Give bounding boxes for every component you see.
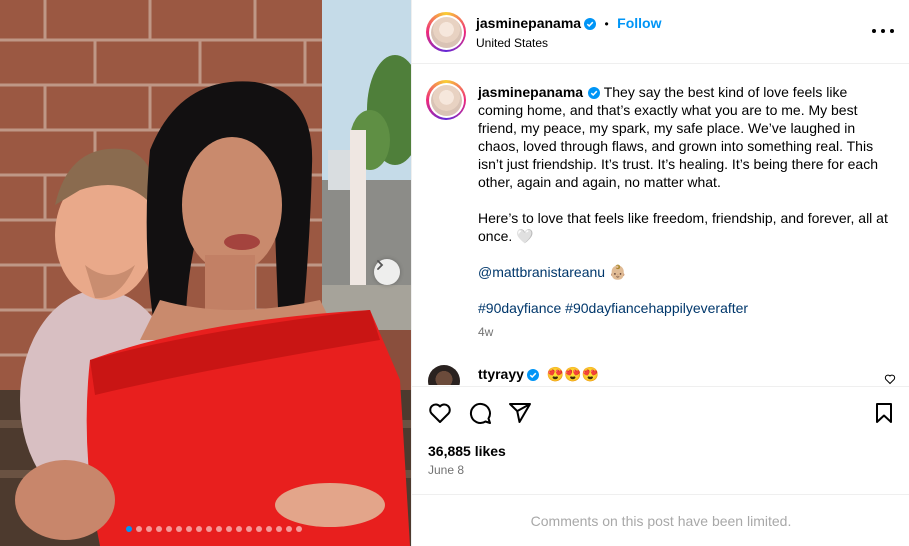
- verified-badge-icon: [584, 18, 597, 30]
- chevron-right-icon: [377, 260, 384, 270]
- carousel-dot: [266, 526, 272, 532]
- carousel-dot: [216, 526, 222, 532]
- post-details-panel: jasminepanama • Follow United States jas…: [411, 0, 909, 546]
- mention-emoji: 👶🏼: [608, 264, 627, 280]
- follow-button[interactable]: Follow: [617, 15, 661, 31]
- comment-like-heart-icon[interactable]: [884, 373, 896, 385]
- carousel-dot: [126, 526, 132, 532]
- author-avatar[interactable]: [426, 12, 466, 52]
- commenter-username[interactable]: ttyrayy: [478, 366, 524, 382]
- carousel-indicator: [126, 526, 302, 532]
- caption-username[interactable]: jasminepanama: [478, 84, 583, 100]
- carousel-dot: [136, 526, 142, 532]
- carousel-dot: [296, 526, 302, 532]
- post-photo[interactable]: [0, 0, 411, 546]
- carousel-dot: [206, 526, 212, 532]
- comments-section: jasminepanama They say the best kind of …: [412, 65, 909, 385]
- carousel-next-button[interactable]: [374, 259, 400, 285]
- comment-bubble-icon[interactable]: [468, 401, 492, 425]
- comment-item: ttyrayy 😍😍😍: [412, 361, 909, 385]
- bookmark-icon[interactable]: [872, 401, 896, 425]
- carousel-dot: [276, 526, 282, 532]
- verified-badge-icon: [588, 87, 601, 99]
- comments-limited-notice: Comments on this post have been limited.: [412, 494, 909, 546]
- carousel-dot: [246, 526, 252, 532]
- avatar-image: [430, 16, 462, 48]
- carousel-dot: [156, 526, 162, 532]
- carousel-dot: [226, 526, 232, 532]
- caption-mention[interactable]: @mattbranistareanu: [478, 264, 605, 280]
- paper-plane-icon[interactable]: [508, 401, 532, 425]
- caption-paragraph-2: Here’s to love that feels like freedom, …: [478, 210, 888, 244]
- carousel-dot: [186, 526, 192, 532]
- post-actions: 36,885 likes June 8: [412, 386, 909, 494]
- author-username[interactable]: jasminepanama: [476, 15, 581, 31]
- likes-count[interactable]: 36,885 likes: [428, 443, 506, 459]
- comment-text: 😍😍😍: [546, 366, 600, 382]
- header-separator: •: [604, 17, 609, 31]
- carousel-dot: [146, 526, 152, 532]
- carousel-dot: [166, 526, 172, 532]
- heart-icon[interactable]: [428, 401, 452, 425]
- post-header: jasminepanama • Follow United States: [412, 0, 909, 64]
- commenter-avatar[interactable]: [428, 365, 460, 385]
- post-location[interactable]: United States: [476, 36, 548, 50]
- avatar-image: [430, 84, 462, 116]
- caption-time-ago: 4w: [478, 325, 494, 339]
- caption-avatar[interactable]: [426, 80, 466, 120]
- carousel-dot: [256, 526, 262, 532]
- photo-illustration: [0, 0, 411, 546]
- caption-hashtags[interactable]: #90dayfiance #90dayfiancehappilyeverafte…: [478, 299, 888, 317]
- post-date: June 8: [428, 463, 465, 477]
- verified-badge-icon: [526, 369, 539, 381]
- more-options-icon[interactable]: [872, 22, 894, 40]
- carousel-dot: [176, 526, 182, 532]
- post-caption: jasminepanama They say the best kind of …: [478, 83, 888, 335]
- carousel-dot: [286, 526, 292, 532]
- carousel-dot: [236, 526, 242, 532]
- carousel-dot: [196, 526, 202, 532]
